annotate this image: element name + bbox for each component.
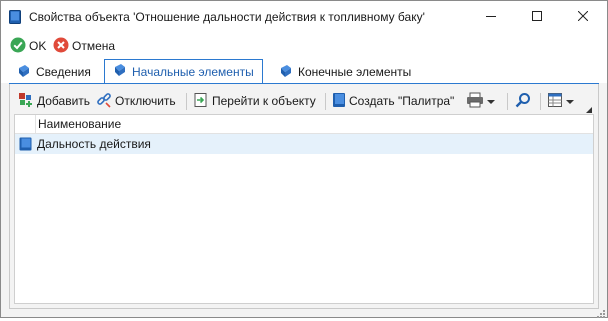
tab-panel: Добавить Отключить Перейти к объекту Соз… [9, 84, 599, 309]
book-icon [19, 137, 32, 154]
tab-label: Сведения [36, 65, 91, 79]
toolbar-separator [540, 93, 541, 110]
maximize-button[interactable] [514, 1, 560, 33]
book-icon [17, 64, 31, 81]
goto-label: Перейти к объекту [212, 94, 316, 108]
minimize-icon [486, 10, 496, 24]
tab-details[interactable]: Сведения [9, 61, 101, 83]
cancel-label: Отмена [72, 39, 116, 53]
grid-view-icon [547, 92, 563, 111]
dialog-actions: OK Отмена [1, 33, 607, 59]
tab-end-elements[interactable]: Конечные элементы [271, 61, 431, 83]
add-label: Добавить [37, 94, 91, 108]
book-icon [332, 92, 346, 111]
check-icon [10, 37, 26, 56]
tab-label: Начальные элементы [132, 64, 254, 79]
title-bar: Свойства объекта 'Отношение дальности де… [1, 1, 607, 33]
disconnect-label: Отключить [115, 94, 176, 108]
disconnect-button[interactable]: Отключить [96, 90, 176, 112]
close-icon [577, 10, 589, 24]
view-options-button[interactable] [547, 90, 574, 112]
close-button[interactable] [560, 1, 606, 33]
cancel-icon [53, 37, 69, 56]
tab-strip: Сведения Начальные элементы Конечные эле… [1, 59, 607, 83]
row-name: Дальность действия [37, 137, 151, 151]
search-button[interactable] [515, 90, 531, 112]
chevron-down-icon [487, 94, 495, 108]
tab-label: Конечные элементы [298, 65, 412, 79]
minimize-button[interactable] [468, 1, 514, 33]
cancel-button[interactable]: Отмена [53, 37, 115, 55]
row-indicator-header [15, 115, 36, 133]
column-header-name[interactable]: Наименование [38, 117, 121, 131]
maximize-icon [532, 10, 542, 24]
print-button[interactable] [466, 90, 495, 112]
printer-icon [466, 92, 484, 111]
goto-object-button[interactable]: Перейти к объекту [193, 90, 316, 112]
resize-grip[interactable] [597, 307, 605, 321]
ok-button[interactable]: OK [10, 37, 46, 55]
chevron-down-icon [566, 94, 574, 108]
table-row[interactable]: Дальность действия [15, 134, 593, 154]
toolbar-separator [325, 93, 326, 110]
unlink-icon [96, 92, 112, 111]
properties-dialog: Свойства объекта 'Отношение дальности де… [0, 0, 608, 318]
toolbar-separator [186, 93, 187, 110]
create-palette-label: Создать "Палитра" [349, 94, 455, 108]
search-icon [515, 92, 531, 111]
book-icon [9, 10, 21, 24]
book-icon [113, 63, 127, 80]
grid-header: Наименование [15, 115, 593, 134]
toolbar-separator [507, 93, 508, 110]
add-button[interactable]: Добавить [18, 90, 90, 112]
ok-label: OK [29, 39, 47, 53]
tab-start-elements[interactable]: Начальные элементы [104, 59, 263, 83]
goto-icon [193, 92, 209, 111]
book-icon [279, 64, 293, 81]
create-palette-button[interactable]: Создать "Палитра" [332, 90, 454, 112]
window-title: Свойства объекта 'Отношение дальности де… [29, 10, 425, 24]
add-icon [18, 92, 34, 111]
elements-grid[interactable]: Наименование Дальность действия [14, 114, 594, 304]
toolbar: Добавить Отключить Перейти к объекту Соз… [10, 88, 598, 114]
